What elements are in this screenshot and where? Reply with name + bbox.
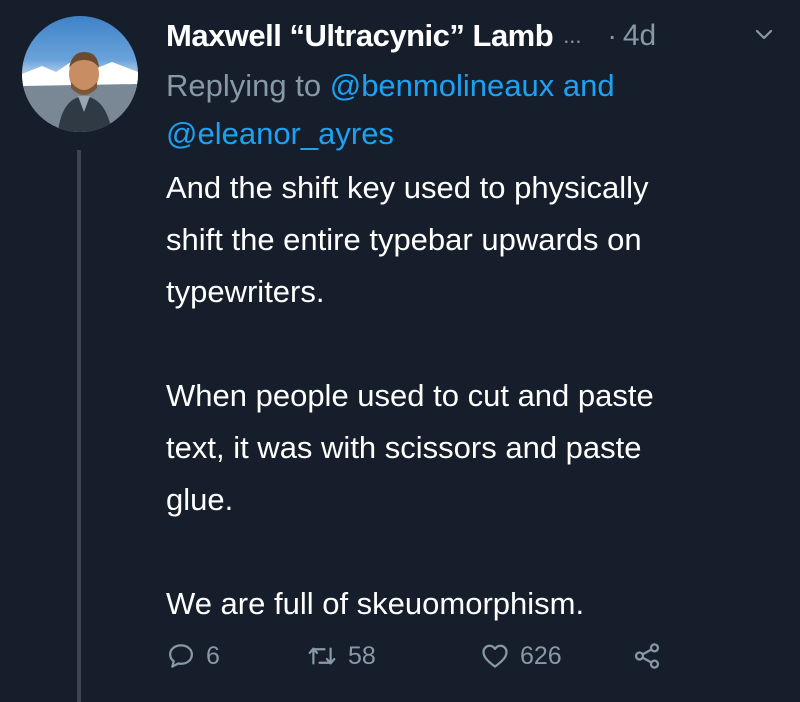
retweet-count: 58: [348, 641, 376, 670]
share-button[interactable]: [632, 641, 662, 671]
thread-line: [77, 150, 81, 702]
text-line: We are full of skeuomorphism.: [166, 586, 585, 621]
reply-count: 6: [206, 641, 220, 670]
replying-to: Replying to @benmolineaux and @eleanor_a…: [166, 62, 766, 158]
like-button[interactable]: 626: [480, 641, 632, 671]
name-truncation: ...: [563, 23, 582, 48]
mention-joiner[interactable]: and: [563, 68, 615, 103]
avatar[interactable]: [22, 16, 138, 132]
action-bar: 6 58 626: [166, 636, 706, 676]
text-line: glue.: [166, 482, 234, 517]
paragraph-1: And the shift key used to physically shi…: [166, 162, 776, 318]
separator-dot: ·: [607, 20, 617, 51]
reply-button[interactable]: 6: [166, 641, 306, 671]
retweet-icon: [308, 647, 336, 665]
text-line: shift the entire typebar upwards on: [166, 222, 642, 257]
paragraph-2: When people used to cut and paste text, …: [166, 370, 776, 526]
mention-benmolineaux[interactable]: @benmolineaux: [330, 68, 555, 103]
heart-icon: [482, 644, 508, 668]
timestamp[interactable]: 4d: [623, 19, 656, 53]
text-line: typewriters.: [166, 274, 325, 309]
tweet-header: Maxwell “Ultracynic” Lamb ... · 4d: [166, 16, 786, 56]
paragraph-3: We are full of skeuomorphism.: [166, 578, 776, 630]
author-name[interactable]: Maxwell “Ultracynic” Lamb: [166, 18, 554, 54]
replying-to-label: Replying to: [166, 68, 322, 103]
like-count: 626: [520, 641, 562, 670]
reply-bubble-icon: [169, 644, 193, 668]
text-line: When people used to cut and paste: [166, 378, 654, 413]
tweet-text: And the shift key used to physically shi…: [166, 162, 776, 630]
chevron-down-icon[interactable]: [752, 22, 776, 46]
mention-eleanor-ayres[interactable]: @eleanor_ayres: [166, 116, 394, 151]
share-icon: [634, 643, 660, 669]
text-line: And the shift key used to physically: [166, 170, 649, 205]
text-line: text, it was with scissors and paste: [166, 430, 642, 465]
avatar-photo: [22, 52, 138, 132]
retweet-button[interactable]: 58: [306, 641, 480, 671]
